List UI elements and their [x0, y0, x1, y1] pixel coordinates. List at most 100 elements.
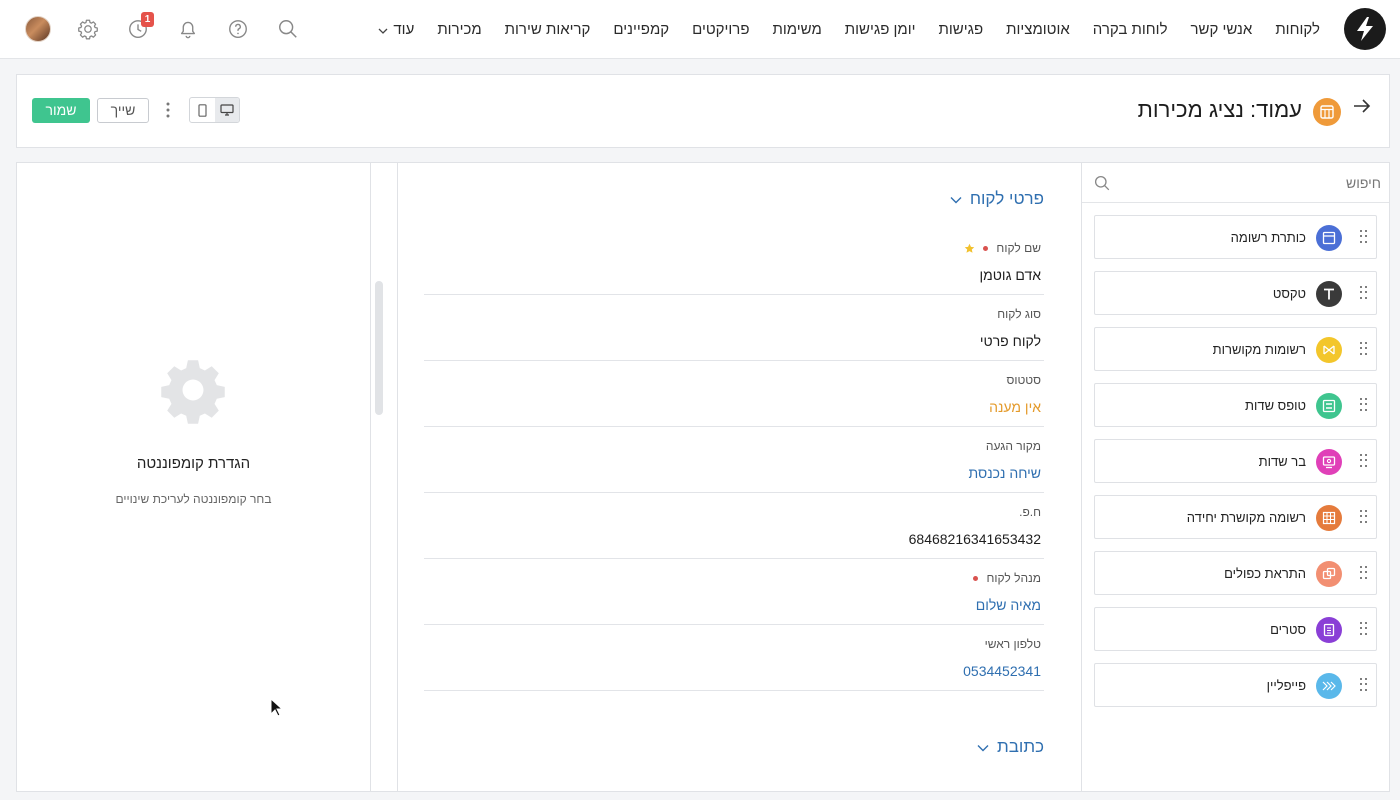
components-panel: כותרת רשומה טקסט רשומות מקושרות: [1081, 163, 1389, 791]
top-navigation: לקוחות אנשי קשר לוחות בקרה אוטומציות פגי…: [0, 0, 1400, 59]
component-stream[interactable]: סטרים: [1094, 607, 1377, 651]
notifications-button[interactable]: [170, 11, 206, 47]
field-customer-type[interactable]: סוג לקוח לקוח פרטי: [424, 295, 1044, 361]
component-label: התראת כפולים: [1224, 566, 1306, 581]
page-builder: כותרת רשומה טקסט רשומות מקושרות: [16, 162, 1390, 792]
page-title: עמוד: נציג מכירות: [1137, 97, 1302, 122]
canvas-scroll-track: [370, 163, 398, 791]
field-account-manager[interactable]: מנהל לקוח מאיה שלום: [424, 559, 1044, 625]
nav-item-sales[interactable]: מכירות: [437, 21, 481, 38]
field-status[interactable]: סטטוס אין מענה: [424, 361, 1044, 427]
search-icon: [1094, 175, 1110, 191]
share-button[interactable]: שייך: [97, 97, 149, 123]
component-settings-panel: הגדרת קומפוננטה בחר קומפוננטה לעריכת שינ…: [17, 163, 370, 791]
field-value-link[interactable]: שיחה נכנסת: [968, 465, 1041, 481]
field-value-link[interactable]: מאיה שלום: [976, 597, 1041, 613]
component-text[interactable]: טקסט: [1094, 271, 1377, 315]
nav-item-projects[interactable]: פרויקטים: [692, 21, 749, 38]
app-logo[interactable]: [1344, 8, 1386, 50]
arrow-right-icon: [1354, 99, 1371, 113]
field-label: סטטוס: [1006, 373, 1041, 387]
pipeline-icon: [1316, 673, 1342, 699]
field-label-text: ח.פ.: [1019, 505, 1041, 519]
drag-handle-icon[interactable]: [1359, 678, 1367, 692]
drag-handle-icon[interactable]: [1359, 230, 1367, 244]
nav-item-service-calls[interactable]: קריאות שירות: [505, 21, 591, 38]
component-fields-bar[interactable]: בר שדות: [1094, 439, 1377, 483]
back-button[interactable]: [1353, 99, 1371, 118]
phone-link[interactable]: 0534452341: [963, 663, 1041, 679]
field-label-text: טלפון ראשי: [984, 637, 1041, 651]
nav-label: פגישות: [938, 20, 984, 38]
settings-button[interactable]: [70, 11, 106, 47]
gear-icon: [78, 19, 98, 40]
nav-item-customers[interactable]: לקוחות: [1275, 21, 1320, 38]
nav-item-more[interactable]: עוד: [378, 21, 414, 38]
drag-handle-icon[interactable]: [1359, 622, 1367, 636]
field-main-phone[interactable]: טלפון ראשי 0534452341: [424, 625, 1044, 691]
nav-item-meetings[interactable]: פגישות: [939, 21, 984, 38]
drag-handle-icon[interactable]: [1359, 342, 1367, 356]
nav-item-meetings-calendar[interactable]: יומן פגישות: [845, 21, 916, 38]
components-search-input[interactable]: [1121, 171, 1381, 195]
nav-label: לקוחות: [1275, 20, 1320, 38]
component-fields-form[interactable]: טופס שדות: [1094, 383, 1377, 427]
nav-item-dashboards[interactable]: לוחות בקרה: [1093, 21, 1168, 38]
nav-label: עוד: [393, 20, 415, 38]
drag-handle-icon[interactable]: [1359, 510, 1367, 524]
field-company-id[interactable]: ח.פ. 68468216341653432: [424, 493, 1044, 559]
component-single-linked-record[interactable]: רשומה מקושרת יחידה: [1094, 495, 1377, 539]
nav-item-contacts[interactable]: אנשי קשר: [1191, 21, 1253, 38]
save-button[interactable]: שמור: [32, 97, 90, 123]
drag-handle-icon[interactable]: [1359, 454, 1367, 468]
history-button[interactable]: 1: [120, 11, 156, 47]
logo-bolt-icon: [1357, 17, 1373, 41]
drag-handle-icon[interactable]: [1359, 566, 1367, 580]
more-options-button[interactable]: [159, 98, 177, 123]
desktop-view-button[interactable]: [214, 98, 239, 122]
component-pipeline[interactable]: פייפליין: [1094, 663, 1377, 707]
component-duplicates-alert[interactable]: התראת כפולים: [1094, 551, 1377, 595]
help-icon: [229, 20, 247, 38]
nav-item-campaigns[interactable]: קמפיינים: [613, 21, 669, 38]
scrollbar-thumb[interactable]: [375, 281, 383, 415]
required-indicator: [983, 245, 989, 251]
desktop-icon: [220, 104, 234, 116]
drag-handle-icon[interactable]: [1359, 286, 1367, 300]
field-label: סוג לקוח: [997, 307, 1041, 321]
field-label: שם לקוח: [964, 241, 1041, 255]
page-header: עמוד: נציג מכירות שמור שייך: [16, 74, 1390, 148]
nav-label: אנשי קשר: [1190, 20, 1253, 38]
nav-item-automations[interactable]: אוטומציות: [1006, 21, 1070, 38]
component-linked-records[interactable]: רשומות מקושרות: [1094, 327, 1377, 371]
search-button[interactable]: [270, 11, 306, 47]
help-button[interactable]: [220, 11, 256, 47]
component-record-header[interactable]: כותרת רשומה: [1094, 215, 1377, 259]
drag-handle-icon[interactable]: [1359, 398, 1367, 412]
field-label: ח.פ.: [1019, 505, 1041, 519]
nav-label: פרויקטים: [692, 20, 750, 38]
field-lead-source[interactable]: מקור הגעה שיחה נכנסת: [424, 427, 1044, 493]
component-label: טקסט: [1272, 286, 1306, 301]
stream-icon: [1316, 617, 1342, 643]
field-value: אדם גוטמן: [979, 267, 1041, 283]
nav-label: קמפיינים: [613, 20, 670, 38]
field-customer-name[interactable]: שם לקוח אדם גוטמן: [424, 229, 1044, 295]
mobile-view-button[interactable]: [190, 98, 215, 122]
nav-item-tasks[interactable]: משימות: [772, 21, 821, 38]
status-value: אין מענה: [989, 399, 1041, 415]
nav-label: יומן פגישות: [844, 20, 916, 38]
component-label: סטרים: [1270, 622, 1306, 637]
component-label: רשומה מקושרת יחידה: [1186, 510, 1306, 525]
mouse-cursor-icon: [270, 697, 284, 722]
star-icon: [964, 243, 975, 254]
components-search: [1082, 163, 1389, 203]
user-avatar-button[interactable]: [20, 11, 56, 47]
field-label-text: שם לקוח: [996, 241, 1041, 255]
nav-label: קריאות שירות: [504, 20, 591, 38]
page-canvas: פרטי לקוח שם לקוח אדם גוטמן סוג לקוח לקו…: [397, 163, 1082, 791]
section-customer-details[interactable]: פרטי לקוח: [950, 189, 1044, 209]
section-address[interactable]: כתובת: [977, 737, 1044, 757]
nav-tools: 1: [20, 0, 320, 58]
page-layout-icon: [1320, 105, 1334, 119]
